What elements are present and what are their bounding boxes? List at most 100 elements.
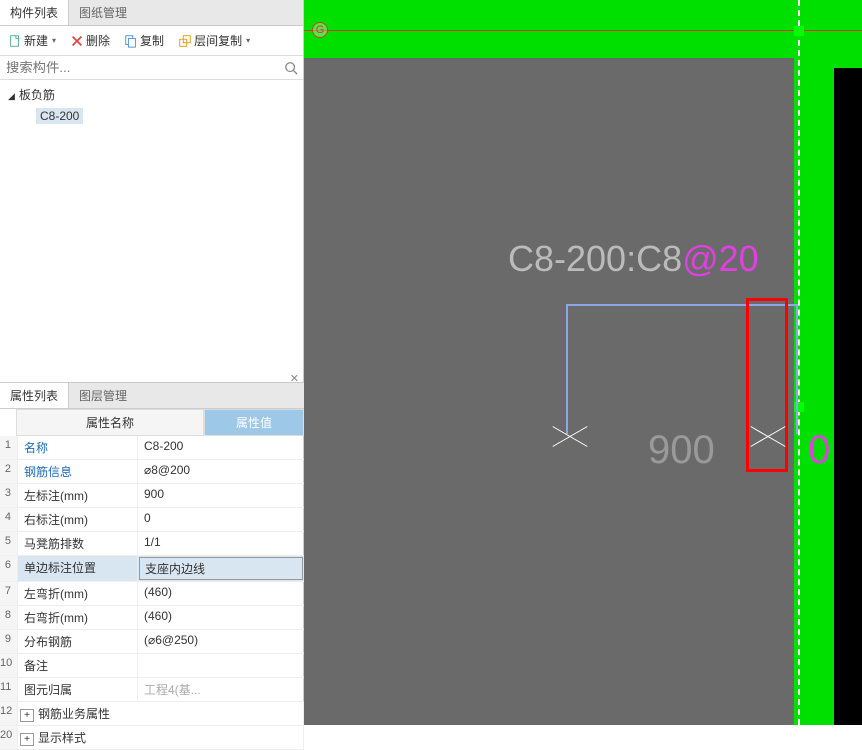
property-row[interactable]: 8右弯折(mm)(460)	[0, 606, 304, 630]
property-name: 马凳筋排数	[18, 532, 138, 555]
rebar-label: C8-200:C8@20	[508, 238, 759, 280]
search-input[interactable]	[0, 56, 279, 79]
property-value[interactable]: (⌀6@250)	[138, 630, 304, 653]
property-row[interactable]: 10备注	[0, 654, 304, 678]
property-value[interactable]: ⌀8@200	[138, 460, 304, 483]
property-name: 左弯折(mm)	[18, 582, 138, 605]
property-row[interactable]: 5马凳筋排数1/1	[0, 532, 304, 556]
top-tabs: 构件列表 图纸管理	[0, 0, 303, 26]
property-row[interactable]: 4右标注(mm)0	[0, 508, 304, 532]
property-row[interactable]: 3左标注(mm)900	[0, 484, 304, 508]
expand-icon[interactable]: +	[20, 709, 34, 722]
floor-copy-icon	[178, 34, 192, 48]
delete-button[interactable]: 删除	[64, 30, 116, 51]
caret-icon: ▾	[246, 36, 250, 45]
slab-edge-top	[304, 0, 862, 58]
row-number: 5	[0, 532, 18, 555]
tree-root-item[interactable]: ◢ 板负筋	[0, 84, 303, 105]
row-number: 6	[0, 556, 18, 581]
delete-label: 删除	[86, 32, 110, 49]
copy-label: 复制	[140, 32, 164, 49]
component-tree: ◢ 板负筋 C8-200	[0, 80, 303, 384]
property-tabs: 属性列表 图层管理	[0, 382, 304, 409]
property-row[interactable]: 6单边标注位置支座内边线	[0, 556, 304, 582]
expand-icon[interactable]: +	[20, 733, 34, 746]
row-number: 10	[0, 654, 18, 677]
property-group-name: +显示样式	[18, 726, 304, 749]
property-section: 属性列表 图层管理 属性名称 属性值 1名称C8-2002钢筋信息⌀8@2003…	[0, 382, 304, 750]
tab-layer-mgmt[interactable]: 图层管理	[69, 383, 137, 408]
new-label: 新建	[24, 32, 48, 49]
row-number: 3	[0, 484, 18, 507]
dim-tick-left	[550, 416, 590, 456]
property-group-row[interactable]: 20+显示样式	[0, 726, 304, 750]
dim-left-label: 900	[648, 428, 715, 473]
row-number: 20	[0, 726, 18, 749]
property-row[interactable]: 1名称C8-200	[0, 436, 304, 460]
property-name: 钢筋信息	[18, 460, 138, 483]
property-value[interactable]: 1/1	[138, 532, 304, 555]
toolbar: 新建 ▾ 删除 复制 层间复制 ▾	[0, 26, 303, 56]
search-row	[0, 56, 303, 80]
property-group-name: +钢筋业务属性	[18, 702, 304, 725]
component-section: 构件列表 图纸管理 新建 ▾ 删除 复制 层间复制 ▾	[0, 0, 303, 370]
property-name: 名称	[18, 436, 138, 459]
property-value[interactable]: (460)	[138, 606, 304, 629]
property-name: 右弯折(mm)	[18, 606, 138, 629]
axis-marker-g: G	[312, 22, 328, 38]
property-value[interactable]: (460)	[138, 582, 304, 605]
row-number: 9	[0, 630, 18, 653]
void-region	[834, 68, 862, 725]
tree-child-label: C8-200	[36, 108, 83, 124]
header-value[interactable]: 属性值	[204, 409, 304, 436]
support-edge-line	[798, 0, 800, 725]
row-number: 4	[0, 508, 18, 531]
row-number: 12	[0, 702, 18, 725]
tab-drawing-mgmt[interactable]: 图纸管理	[69, 0, 137, 25]
property-row[interactable]: 9分布钢筋(⌀6@250)	[0, 630, 304, 654]
dim-tick-right	[748, 416, 788, 456]
property-name: 备注	[18, 654, 138, 677]
row-number: 2	[0, 460, 18, 483]
row-number: 7	[0, 582, 18, 605]
property-name: 左标注(mm)	[18, 484, 138, 507]
row-number: 11	[0, 678, 18, 701]
row-number: 8	[0, 606, 18, 629]
copy-button[interactable]: 复制	[118, 30, 170, 51]
floor-copy-label: 层间复制	[194, 32, 242, 49]
new-button[interactable]: 新建 ▾	[2, 30, 62, 51]
header-name: 属性名称	[16, 409, 204, 436]
tab-property-list[interactable]: 属性列表	[0, 383, 69, 408]
copy-icon	[124, 34, 138, 48]
property-group-row[interactable]: 12+钢筋业务属性	[0, 702, 304, 726]
tree-child-item[interactable]: C8-200	[0, 107, 303, 125]
property-name: 右标注(mm)	[18, 508, 138, 531]
property-header: 属性名称 属性值	[0, 409, 304, 436]
property-value[interactable]: C8-200	[138, 436, 304, 459]
property-name: 图元归属	[18, 678, 138, 701]
property-name: 单边标注位置	[18, 556, 138, 581]
delete-icon	[70, 34, 84, 48]
floor-copy-button[interactable]: 层间复制 ▾	[172, 30, 256, 51]
collapse-icon[interactable]: ◢	[8, 91, 15, 102]
property-row[interactable]: 7左弯折(mm)(460)	[0, 582, 304, 606]
property-row[interactable]: 11图元归属工程4(基...	[0, 678, 304, 702]
property-value[interactable]: 900	[138, 484, 304, 507]
search-icon[interactable]	[279, 56, 303, 79]
dim-right-label: 0	[808, 428, 830, 473]
row-number: 1	[0, 436, 18, 459]
new-icon	[8, 34, 22, 48]
left-panel: 构件列表 图纸管理 新建 ▾ 删除 复制 层间复制 ▾	[0, 0, 304, 725]
property-row[interactable]: 2钢筋信息⌀8@200	[0, 460, 304, 484]
property-value[interactable]: 0	[138, 508, 304, 531]
property-value[interactable]	[138, 654, 304, 677]
tab-component-list[interactable]: 构件列表	[0, 0, 69, 25]
property-value[interactable]: 支座内边线	[139, 557, 303, 580]
property-rows: 1名称C8-2002钢筋信息⌀8@2003左标注(mm)9004右标注(mm)0…	[0, 436, 304, 750]
caret-icon: ▾	[52, 36, 56, 45]
property-value[interactable]: 工程4(基...	[138, 678, 304, 701]
axis-line-horizontal	[304, 30, 862, 31]
tree-root-label: 板负筋	[19, 88, 55, 102]
grip-point[interactable]	[794, 26, 804, 36]
drawing-canvas[interactable]: G C8-200:C8@20 900 0	[304, 0, 862, 725]
